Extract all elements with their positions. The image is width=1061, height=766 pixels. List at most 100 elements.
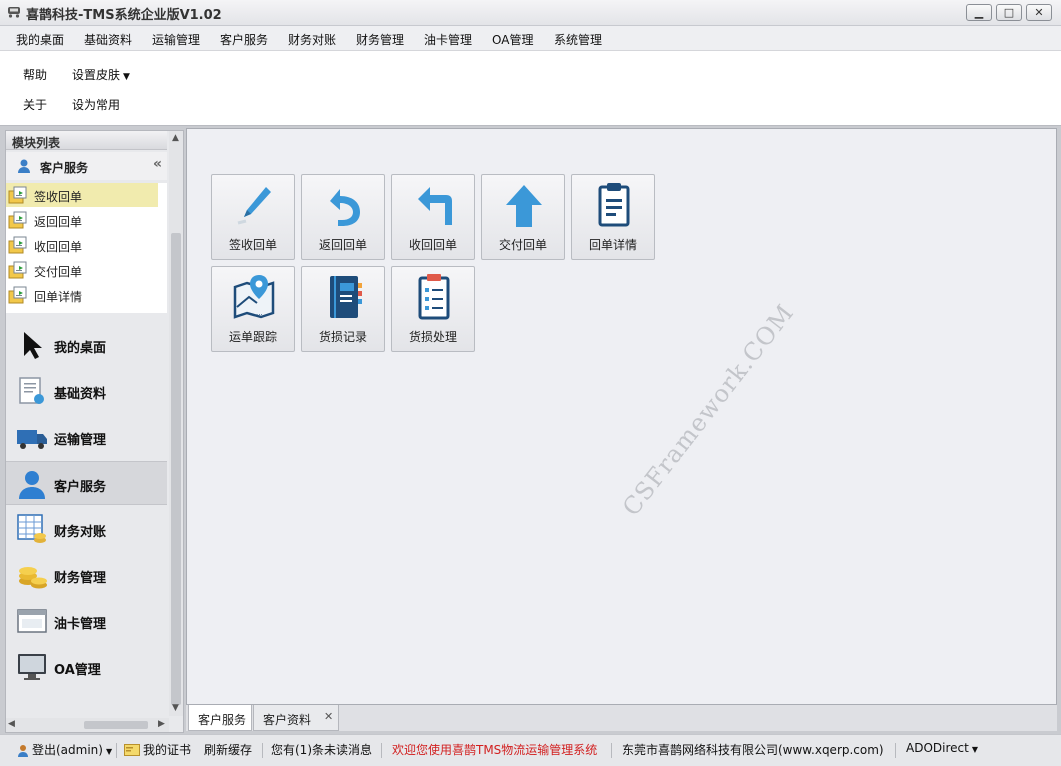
map-pin-icon: ... [232, 273, 276, 321]
nav-item[interactable]: 我的桌面 [6, 323, 167, 367]
separator [895, 743, 896, 758]
menu-basic-data[interactable]: 基础资料 [84, 31, 132, 48]
function-tile[interactable]: 收回回单 [391, 174, 475, 260]
sub-item-label: 返回回单 [34, 215, 83, 229]
nav-item-label: 财务管理 [54, 571, 107, 586]
cursor-icon [16, 329, 48, 361]
sub-item[interactable]: 交付回单 [6, 258, 158, 282]
about-button[interactable]: 关于 [23, 96, 47, 113]
document-arrow-icon [8, 211, 28, 229]
set-favorite-button[interactable]: 设为常用 [72, 96, 120, 113]
spreadsheet-icon [16, 513, 48, 545]
scroll-down-icon[interactable]: ▼ [172, 703, 179, 713]
my-certificate-link[interactable]: 我的证书 [143, 741, 191, 758]
function-tile[interactable]: 货损处理 [391, 266, 475, 352]
tab-customer-service[interactable]: 客户服务 [188, 705, 252, 731]
function-tile[interactable]: 货损记录 [301, 266, 385, 352]
db-label: ADODirect [906, 741, 969, 755]
sub-item[interactable]: 收回回单 [6, 233, 158, 257]
close-button[interactable]: ✕ [1026, 4, 1052, 21]
dropdown-arrow-icon: ▼ [123, 72, 130, 82]
main-content: CSFramework.COM 签收回单 返回回单 收回回单 交付回单 回单详情... 运… [186, 128, 1057, 705]
tile-label: 返回回单 [318, 238, 367, 252]
tab-customer-data[interactable]: 客户资料 ✕ [253, 705, 339, 731]
logout-label: 登出(admin) [32, 743, 103, 757]
nav-item[interactable]: 客户服务 [6, 461, 167, 505]
close-tab-icon[interactable]: ✕ [324, 710, 333, 723]
up-arrow-icon [502, 181, 546, 229]
monitor-icon [16, 651, 48, 683]
menu-transport[interactable]: 运输管理 [152, 31, 200, 48]
menu-oa[interactable]: OA管理 [492, 31, 533, 48]
separator [611, 743, 612, 758]
logout-dropdown[interactable]: 登出(admin) ▼ [32, 741, 112, 758]
checklist-icon [412, 273, 456, 321]
nav-item[interactable]: 财务管理 [6, 553, 167, 597]
scroll-up-icon[interactable]: ▲ [172, 133, 179, 143]
menu-finance-reconcile[interactable]: 财务对账 [288, 31, 336, 48]
tile-label: 交付回单 [498, 238, 547, 252]
vertical-scrollbar[interactable]: ▲ ▼ [169, 131, 183, 716]
document-arrow-icon [8, 286, 28, 304]
tab-bar: 客户服务 客户资料 ✕ [186, 705, 1057, 731]
db-dropdown[interactable]: ADODirect ▼ [906, 741, 978, 755]
menu-bar: 我的桌面 基础资料 运输管理 客户服务 财务对账 财务管理 油卡管理 OA管理 … [0, 26, 1061, 51]
nav-item[interactable]: OA管理 [6, 645, 167, 689]
function-tile[interactable]: 回单详情 [571, 174, 655, 260]
sub-item-label: 回单详情 [34, 290, 83, 304]
hscroll-thumb[interactable] [84, 721, 148, 729]
menu-system[interactable]: 系统管理 [554, 31, 602, 48]
svg-text:...: ... [256, 309, 263, 317]
collapse-icon[interactable]: « [153, 156, 162, 172]
window-icon [16, 605, 48, 637]
company-text: 东莞市喜鹊网络科技有限公司(www.xqerp.com) [622, 743, 884, 757]
unread-messages-link[interactable]: 您有(1)条未读消息 [271, 741, 372, 758]
tile-label: 货损记录 [318, 330, 367, 344]
help-button[interactable]: 帮助 [23, 66, 47, 83]
tab-label: 客户资料 [263, 713, 312, 727]
sub-item[interactable]: 签收回单 [6, 183, 158, 207]
nav-item-label: 油卡管理 [54, 617, 107, 632]
maximize-button[interactable]: □ [996, 4, 1022, 21]
menu-my-desktop[interactable]: 我的桌面 [16, 31, 64, 48]
group-title: 客户服务 [40, 161, 89, 175]
tile-label: 运单跟踪 [228, 330, 277, 344]
group-header[interactable]: 客户服务 « [6, 152, 167, 180]
scroll-thumb[interactable] [171, 233, 181, 705]
document-arrow-icon [8, 236, 28, 254]
function-tile[interactable]: 返回回单 [301, 174, 385, 260]
function-tile[interactable]: ... 运单跟踪 [211, 266, 295, 352]
function-tile[interactable]: 交付回单 [481, 174, 565, 260]
scroll-right-icon[interactable]: ▶ [158, 719, 165, 729]
status-bar: 登出(admin) ▼ 我的证书 刷新缓存 您有(1)条未读消息 欢迎您使用喜鹊T… [0, 734, 1061, 766]
sub-item[interactable]: 回单详情 [6, 283, 158, 307]
menu-fuel-card[interactable]: 油卡管理 [424, 31, 472, 48]
document-arrow-icon [8, 186, 28, 204]
nav-item-label: 客户服务 [54, 480, 107, 495]
separator [262, 743, 263, 758]
refresh-cache-link[interactable]: 刷新缓存 [204, 741, 252, 758]
menu-customer-service[interactable]: 客户服务 [220, 31, 268, 48]
dropdown-arrow-icon: ▼ [971, 745, 978, 754]
separator [116, 743, 117, 758]
module-panel: 模块列表 客户服务 « 签收回单返回回单收回回单 交付回单回单详情 我的桌面 基础资… [5, 130, 184, 733]
nav-item[interactable]: 基础资料 [6, 369, 167, 413]
horizontal-scrollbar[interactable]: ◀ ▶ [6, 718, 169, 732]
skin-dropdown[interactable]: 设置皮肤 ▼ [72, 66, 130, 83]
nav-item-label: 运输管理 [54, 433, 107, 448]
nav-item[interactable]: 运输管理 [6, 415, 167, 459]
pen-icon [232, 181, 276, 229]
user-icon [18, 159, 30, 173]
sub-item[interactable]: 返回回单 [6, 208, 158, 232]
minimize-button[interactable]: ▁ [966, 4, 992, 21]
menu-finance-manage[interactable]: 财务管理 [356, 31, 404, 48]
nav-item[interactable]: 财务对账 [6, 507, 167, 551]
nav-item[interactable]: 油卡管理 [6, 599, 167, 643]
scroll-left-icon[interactable]: ◀ [8, 719, 15, 729]
nav-item-label: OA管理 [54, 663, 101, 678]
module-list-header: 模块列表 [6, 131, 167, 150]
ribbon: 帮助 设置皮肤 ▼ 关于 设为常用 [0, 51, 1061, 126]
title-bar: 喜鹊科技-TMS系统企业版V1.02 ▁ □ ✕ [0, 0, 1061, 26]
function-tile[interactable]: 签收回单 [211, 174, 295, 260]
tile-label: 收回回单 [408, 238, 457, 252]
